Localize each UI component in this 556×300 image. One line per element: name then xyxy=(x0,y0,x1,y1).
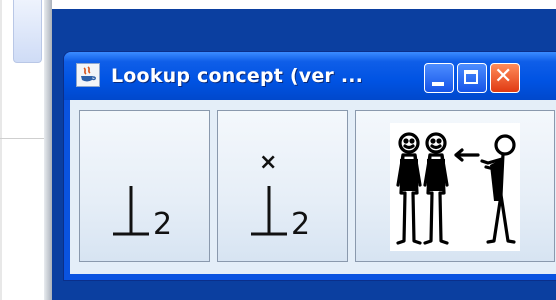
minimize-icon xyxy=(432,82,444,86)
top-strip xyxy=(52,0,556,9)
minimize-button[interactable] xyxy=(424,63,454,93)
people-pointing-pictogram-icon xyxy=(390,123,520,251)
svg-text:2: 2 xyxy=(291,207,310,242)
maximize-icon xyxy=(464,70,478,84)
scrollbar-thumb[interactable] xyxy=(13,0,42,63)
divider xyxy=(0,138,46,139)
title-bar[interactable]: Lookup concept (ver ... ✕ xyxy=(64,52,556,100)
perpendicular-x-symbol-icon: × 2 xyxy=(251,150,310,242)
svg-text:2: 2 xyxy=(153,207,172,242)
maximize-button[interactable] xyxy=(457,63,487,93)
java-icon[interactable] xyxy=(76,63,100,87)
window-edge xyxy=(44,0,52,300)
close-button[interactable]: ✕ xyxy=(490,63,520,93)
perpendicular-symbol-icon: 2 xyxy=(113,186,172,242)
concept-panel: 2 × 2 xyxy=(70,100,556,274)
concept-button-perpendicular[interactable]: 2 xyxy=(79,110,210,262)
left-pane xyxy=(0,0,46,300)
concept-button-perpendicular-x[interactable]: × 2 xyxy=(217,110,348,262)
close-icon: ✕ xyxy=(494,64,513,89)
concept-button-pictogram[interactable] xyxy=(355,110,555,262)
window-title: Lookup concept (ver ... xyxy=(111,65,364,87)
lookup-concept-dialog: Lookup concept (ver ... ✕ 2 × 2 xyxy=(63,51,556,281)
pane-border xyxy=(0,0,2,300)
svg-text:×: × xyxy=(259,150,277,175)
